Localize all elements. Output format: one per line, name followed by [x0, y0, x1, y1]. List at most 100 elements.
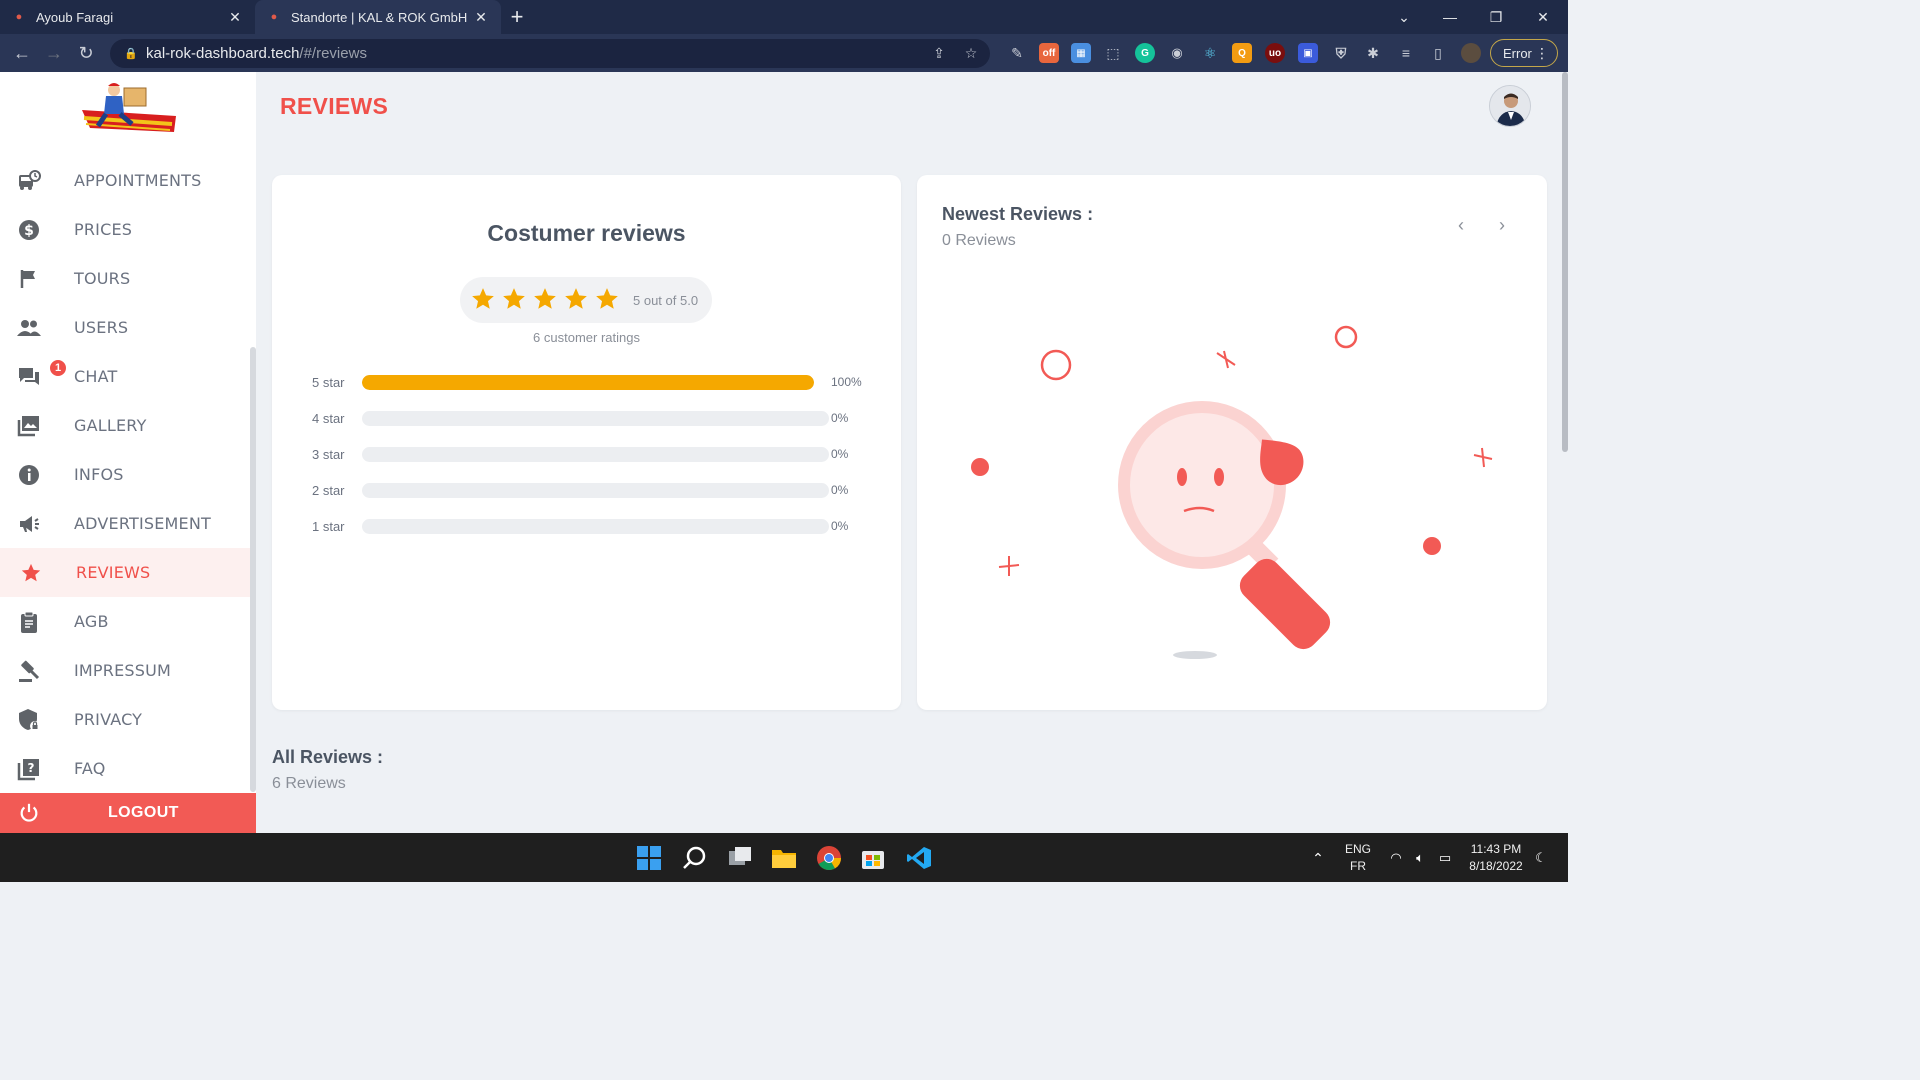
sidebar-item-impressum[interactable]: IMPRESSUM: [0, 646, 250, 695]
minimize-button[interactable]: —: [1427, 0, 1473, 34]
side-panel-icon[interactable]: ▯: [1428, 43, 1448, 63]
page-scrollbar[interactable]: [1562, 72, 1568, 452]
tab-close-icon[interactable]: ✕: [227, 9, 243, 25]
logout-button[interactable]: LOGOUT: [0, 793, 256, 833]
user-avatar[interactable]: [1489, 85, 1531, 127]
sidebar-item-tours[interactable]: TOURS: [0, 254, 250, 303]
sidebar: APPOINTMENTS $ PRICES TOURS USERS 1 CHAT…: [0, 72, 256, 833]
reading-list-icon[interactable]: ≡: [1396, 43, 1416, 63]
logout-label: LOGOUT: [108, 804, 179, 821]
bookmark-star-icon[interactable]: ☆: [962, 44, 980, 62]
video-extension-icon[interactable]: ▣: [1298, 43, 1318, 63]
all-reviews-count: 6 Reviews: [272, 775, 346, 792]
eyedropper-extension-icon[interactable]: ✎: [1007, 43, 1027, 63]
company-logo[interactable]: [80, 80, 178, 142]
sidebar-item-label: REVIEWS: [76, 563, 151, 582]
windows-start-icon[interactable]: [634, 843, 664, 873]
rating-star-icon: [534, 288, 556, 309]
ublock-extension-icon[interactable]: uo: [1265, 43, 1285, 63]
sidebar-item-faq[interactable]: ? FAQ: [0, 744, 250, 793]
flag-icon: [17, 267, 41, 291]
task-view-icon[interactable]: [725, 843, 755, 873]
chrome-icon[interactable]: [814, 843, 844, 873]
file-explorer-icon[interactable]: [769, 843, 799, 873]
tab-search-icon[interactable]: ⌄: [1381, 0, 1427, 34]
sidebar-item-appointments[interactable]: APPOINTMENTS: [0, 156, 250, 205]
customer-reviews-title: Costumer reviews: [487, 220, 686, 246]
rating-bar-percent: 0%: [831, 519, 849, 533]
shield-extension-icon[interactable]: ⛨: [1331, 43, 1351, 63]
new-tab-button[interactable]: +: [501, 0, 533, 34]
rating-bar-fill: [362, 375, 814, 390]
profile-error-button[interactable]: Error ⋮: [1490, 39, 1558, 67]
notifications-icon[interactable]: ☾: [1530, 843, 1552, 873]
language-bottom: FR: [1350, 859, 1366, 873]
pdf-extension-icon[interactable]: off: [1039, 43, 1059, 63]
shield-lock-icon: [17, 708, 41, 732]
more-menu-icon[interactable]: ⋮: [1535, 45, 1549, 62]
battery-icon[interactable]: ▭: [1433, 843, 1457, 873]
lock-icon: 🔒: [124, 48, 138, 60]
newest-reviews-card: Newest Reviews : 0 Reviews ‹ ›: [917, 175, 1547, 710]
sidebar-item-gallery[interactable]: GALLERY: [0, 401, 250, 450]
sidebar-item-label: INFOS: [74, 465, 124, 484]
extensions-puzzle-icon[interactable]: ✱: [1363, 43, 1383, 63]
next-arrow-icon[interactable]: ›: [1492, 215, 1512, 235]
rating-bar-row: 5 star 100%: [312, 373, 872, 393]
rating-bar-label: 5 star: [312, 375, 345, 390]
sidebar-item-infos[interactable]: INFOS: [0, 450, 250, 499]
sidebar-item-chat[interactable]: 1 CHAT: [0, 352, 250, 401]
tray-chevron-icon[interactable]: ⌃: [1308, 843, 1328, 873]
rating-bar-track: [362, 447, 829, 462]
sidebar-scrollbar[interactable]: [250, 347, 256, 792]
sidebar-item-agb[interactable]: AGB: [0, 597, 250, 646]
back-icon[interactable]: ←: [6, 37, 38, 69]
wifi-icon[interactable]: ◠: [1384, 843, 1408, 873]
forward-icon[interactable]: →: [38, 37, 70, 69]
clock-date: 8/18/2022: [1469, 859, 1523, 873]
svg-text:$: $: [24, 223, 34, 239]
profile-avatar-icon[interactable]: [1461, 43, 1481, 63]
language-indicator[interactable]: ENG FR: [1340, 842, 1376, 873]
microsoft-store-icon[interactable]: [858, 843, 888, 873]
share-icon[interactable]: ⇪: [930, 44, 948, 62]
camera-extension-icon[interactable]: ◉: [1167, 43, 1187, 63]
tab-favicon-icon: ●: [270, 11, 278, 23]
clock[interactable]: 11:43 PM 8/18/2022: [1462, 842, 1530, 873]
rating-bar-percent: 0%: [831, 447, 849, 461]
bus-clock-icon: [17, 169, 41, 193]
prev-arrow-icon[interactable]: ‹: [1451, 215, 1471, 235]
sidebar-item-users[interactable]: USERS: [0, 303, 250, 352]
sidebar-item-label: CHAT: [74, 367, 118, 386]
screenshot-extension-icon[interactable]: ⬚: [1103, 43, 1123, 63]
tab-close-icon[interactable]: ✕: [473, 9, 489, 25]
rating-star-icon: [596, 288, 618, 309]
qr-extension-icon[interactable]: Q: [1232, 43, 1252, 63]
language-top: ENG: [1344, 842, 1371, 856]
sidebar-item-advertisement[interactable]: ADVERTISEMENT: [0, 499, 250, 548]
volume-icon[interactable]: 🔈︎: [1408, 843, 1432, 873]
rating-stars: [470, 286, 620, 312]
browser-tab[interactable]: ● Ayoub Faragi ✕: [0, 0, 255, 34]
rating-bar-percent: 0%: [831, 483, 849, 497]
grammarly-extension-icon[interactable]: G: [1135, 43, 1155, 63]
restore-button[interactable]: ❐: [1473, 0, 1519, 34]
address-bar[interactable]: 🔒 kal-rok-dashboard.tech/#/reviews ⇪ ☆: [110, 39, 990, 68]
tab-manager-extension-icon[interactable]: ▦: [1071, 43, 1091, 63]
sidebar-item-reviews[interactable]: REVIEWS: [0, 548, 250, 597]
react-devtools-icon[interactable]: ⚛: [1200, 43, 1220, 63]
close-window-button[interactable]: ✕: [1520, 0, 1566, 34]
rating-bar-percent: 0%: [831, 411, 849, 425]
sidebar-item-prices[interactable]: $ PRICES: [0, 205, 250, 254]
vscode-icon[interactable]: [904, 843, 934, 873]
tab-title: Ayoub Faragi: [36, 9, 114, 25]
reload-icon[interactable]: ↻: [70, 37, 102, 69]
tab-favicon-icon: ●: [15, 11, 23, 23]
sidebar-item-privacy[interactable]: PRIVACY: [0, 695, 250, 744]
newest-reviews-count: 0 Reviews: [942, 232, 1016, 249]
sidebar-item-label: GALLERY: [74, 416, 147, 435]
search-icon[interactable]: [680, 843, 710, 873]
sidebar-item-label: PRICES: [74, 220, 133, 239]
rating-star-icon: [472, 288, 494, 309]
browser-tab-active[interactable]: ● Standorte | KAL & ROK GmbH ✕: [255, 0, 501, 34]
